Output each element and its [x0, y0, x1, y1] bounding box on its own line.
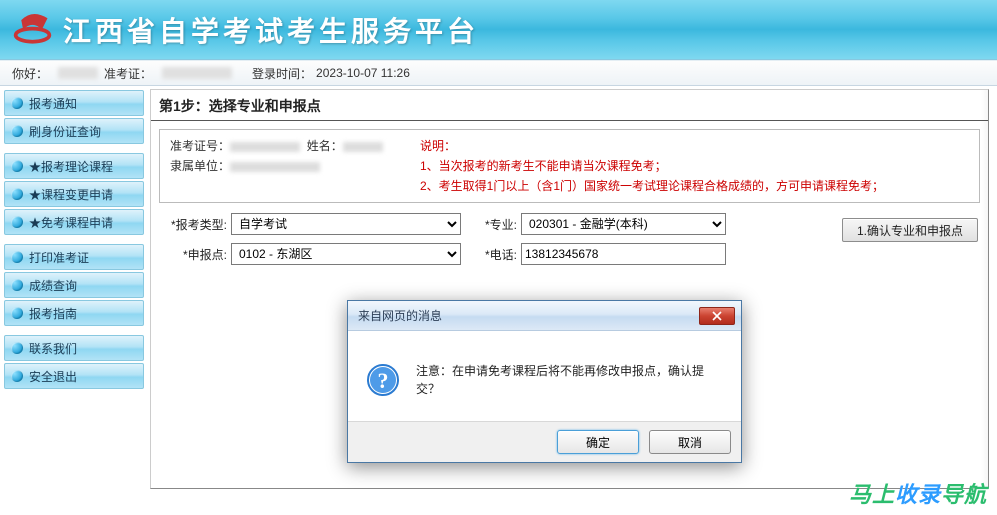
- form-row-2: *申报点: 0102 - 东湖区 *电话:: [151, 239, 988, 269]
- scroll-indicator: [981, 90, 988, 488]
- dialog-ok-button[interactable]: 确定: [557, 430, 639, 454]
- ticket-masked: [162, 67, 232, 79]
- login-time-label: 登录时间：: [252, 65, 312, 82]
- nav-score-query[interactable]: 成绩查询: [4, 272, 144, 298]
- status-bar: 你好： 准考证： 登录时间： 2023-10-07 11:26: [0, 60, 997, 86]
- dialog-titlebar[interactable]: 来自网页的消息: [348, 301, 741, 331]
- unit-label: 隶属单位：: [170, 159, 230, 173]
- dialog-body: ? 注意：在申请免考课程后将不能再修改申报点，确认提交？: [348, 331, 741, 421]
- nav-label: 报考指南: [29, 305, 77, 322]
- bullet-icon: [11, 307, 23, 319]
- nav-label: 报考通知: [29, 95, 77, 112]
- notice-text: 说明： 1、当次报考的新考生不能申请当次课程免考； 2、考生取得1门以上（含1门…: [420, 136, 969, 196]
- name-label: 姓名：: [307, 139, 343, 153]
- major-label: *专业:: [471, 216, 521, 233]
- bullet-icon: [11, 125, 23, 137]
- ticket-id-label: 准考证号：: [170, 139, 230, 153]
- notice-line-1: 1、当次报考的新考生不能申请当次课程免考；: [420, 156, 969, 176]
- bullet-icon: [11, 370, 23, 382]
- nav-course-change[interactable]: ★课程变更申请: [4, 181, 144, 207]
- bullet-icon: [11, 188, 23, 200]
- ticket-label: 准考证：: [104, 65, 152, 82]
- sidebar: 报考通知 刷身份证查询 ★报考理论课程 ★课程变更申请 ★免考课程申请 打印准考…: [0, 86, 148, 489]
- ticket-id-masked: [230, 142, 300, 152]
- nav-notice[interactable]: 报考通知: [4, 90, 144, 116]
- major-select[interactable]: 020301 - 金融学(本科): [521, 213, 726, 235]
- nav-label: 安全退出: [29, 368, 77, 385]
- bullet-icon: [11, 160, 23, 172]
- app-header: 江西省自学考试考生服务平台: [0, 0, 997, 60]
- nav-label: 打印准考证: [29, 249, 89, 266]
- type-select[interactable]: 自学考试: [231, 213, 461, 235]
- confirm-dialog: 来自网页的消息 ? 注意：在申请免考课程后将不能再修改申报点，确认提交？ 确定 …: [347, 300, 742, 463]
- unit-masked: [230, 162, 320, 172]
- type-label: *报考类型:: [159, 216, 231, 233]
- nav-guide[interactable]: 报考指南: [4, 300, 144, 326]
- confirm-major-button[interactable]: 1.确认专业和申报点: [842, 218, 978, 242]
- nav-label: 联系我们: [29, 340, 77, 357]
- notice-line-2: 2、考生取得1门以上（含1门）国家统一考试理论课程合格成绩的，方可申请课程免考；: [420, 176, 969, 196]
- login-time-value: 2023-10-07 11:26: [316, 66, 410, 80]
- bullet-icon: [11, 216, 23, 228]
- greeting-label: 你好：: [12, 65, 48, 82]
- dialog-message: 注意：在申请免考课程后将不能再修改申报点，确认提交？: [416, 362, 723, 398]
- nav-contact[interactable]: 联系我们: [4, 335, 144, 361]
- svg-text:?: ?: [378, 368, 389, 393]
- candidate-info-box: 准考证号： 姓名： 隶属单位： 说明： 1、当次报考的新考生不能申请当次课程免考…: [159, 129, 980, 203]
- nav-idcard-query[interactable]: 刷身份证查询: [4, 118, 144, 144]
- point-select[interactable]: 0102 - 东湖区: [231, 243, 461, 265]
- nav-print-ticket[interactable]: 打印准考证: [4, 244, 144, 270]
- nav-label: ★报考理论课程: [29, 158, 113, 175]
- phone-label: *电话:: [471, 246, 521, 263]
- dialog-footer: 确定 取消: [348, 421, 741, 462]
- candidate-fields: 准考证号： 姓名： 隶属单位：: [170, 136, 420, 176]
- dialog-cancel-button[interactable]: 取消: [649, 430, 731, 454]
- username-masked: [58, 67, 98, 79]
- dialog-close-button[interactable]: [699, 307, 735, 325]
- nav-label: 成绩查询: [29, 277, 77, 294]
- bullet-icon: [11, 342, 23, 354]
- phone-input[interactable]: [521, 243, 726, 265]
- nav-logout[interactable]: 安全退出: [4, 363, 144, 389]
- point-label: *申报点:: [159, 246, 231, 263]
- nav-theory[interactable]: ★报考理论课程: [4, 153, 144, 179]
- step-title: 第1步：选择专业和申报点: [151, 90, 988, 121]
- bullet-icon: [11, 97, 23, 109]
- bullet-icon: [11, 251, 23, 263]
- name-masked: [343, 142, 383, 152]
- dialog-title: 来自网页的消息: [358, 307, 442, 324]
- nav-exempt-apply[interactable]: ★免考课程申请: [4, 209, 144, 235]
- watermark: 马上收录导航: [849, 477, 987, 509]
- notice-title: 说明：: [420, 136, 969, 156]
- nav-label: 刷身份证查询: [29, 123, 101, 140]
- site-title: 江西省自学考试考生服务平台: [63, 10, 479, 50]
- bullet-icon: [11, 279, 23, 291]
- close-icon: [712, 311, 722, 321]
- nav-label: ★课程变更申请: [29, 186, 113, 203]
- question-icon: ?: [366, 363, 400, 397]
- logo-icon: [10, 10, 55, 50]
- nav-label: ★免考课程申请: [29, 214, 113, 231]
